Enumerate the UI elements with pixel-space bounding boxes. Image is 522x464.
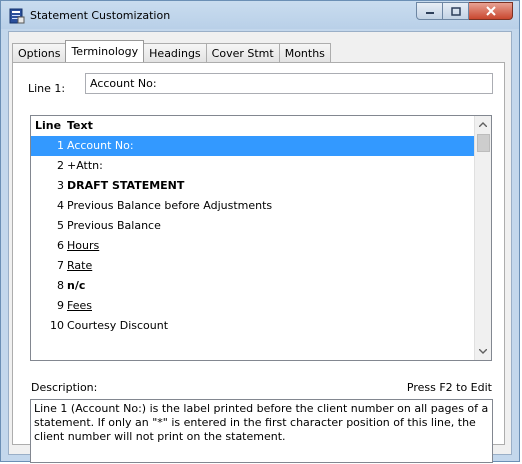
edit-hint: Press F2 to Edit <box>406 381 492 394</box>
grid-header: Line Text <box>31 116 475 136</box>
description-label: Description: <box>31 381 98 394</box>
row-number: 10 <box>50 319 64 332</box>
row-number: 6 <box>57 239 64 252</box>
table-row[interactable]: 3 DRAFT STATEMENT <box>31 176 475 196</box>
row-number: 1 <box>57 139 64 152</box>
statement-customization-window: Statement Customization Options Terminol… <box>0 0 520 463</box>
table-row[interactable]: 1 Account No: <box>31 136 475 156</box>
title-bar[interactable]: Statement Customization <box>1 1 519 31</box>
dialog-client-area: Options Terminology Headings Cover Stmt … <box>8 31 512 463</box>
row-text: Rate <box>67 259 93 272</box>
row-number: 8 <box>57 279 64 292</box>
row-number: 4 <box>57 199 64 212</box>
description-text: Line 1 (Account No:) is the label printe… <box>30 399 493 463</box>
row-text: DRAFT STATEMENT <box>67 179 185 192</box>
window-title: Statement Customization <box>30 9 171 22</box>
row-text: Courtesy Discount <box>67 319 169 332</box>
tab-strip: Options Terminology Headings Cover Stmt … <box>12 40 331 62</box>
table-row[interactable]: 10 Courtesy Discount <box>31 316 475 336</box>
scroll-up-button[interactable] <box>475 116 491 133</box>
table-row[interactable]: 5 Previous Balance <box>31 216 475 236</box>
maximize-icon <box>450 6 461 16</box>
row-text: Previous Balance <box>67 219 161 232</box>
tab-months[interactable]: Months <box>278 43 331 62</box>
row-number: 9 <box>57 299 64 312</box>
terminology-panel: Line 1: Line Text 1 Account No: 2 +Attn: <box>12 62 505 463</box>
row-text: Account No: <box>67 139 134 152</box>
row-text: Fees <box>67 299 92 312</box>
row-text: +Attn: <box>67 159 103 172</box>
table-row[interactable]: 2 +Attn: <box>31 156 475 176</box>
row-number: 3 <box>57 179 64 192</box>
line-text-input[interactable] <box>85 73 493 94</box>
close-button[interactable] <box>469 2 513 20</box>
tab-cover-stmt[interactable]: Cover Stmt <box>205 43 280 62</box>
close-icon <box>485 6 496 16</box>
table-row[interactable]: 8 n/c <box>31 276 475 296</box>
row-number: 7 <box>57 259 64 272</box>
app-icon <box>9 8 25 24</box>
table-row[interactable]: 9 Fees <box>31 296 475 316</box>
column-header-line[interactable]: Line <box>35 119 61 132</box>
row-number: 2 <box>57 159 64 172</box>
terminology-grid: Line Text 1 Account No: 2 +Attn: 3 DRAFT… <box>30 115 492 361</box>
table-row[interactable]: 4 Previous Balance before Adjustments <box>31 196 475 216</box>
minimize-icon <box>425 12 434 14</box>
maximize-button[interactable] <box>443 2 469 20</box>
tab-options[interactable]: Options <box>12 43 67 62</box>
table-row[interactable]: 7 Rate <box>31 256 475 276</box>
row-text: n/c <box>67 279 86 292</box>
scroll-thumb[interactable] <box>477 134 490 152</box>
chevron-up-icon <box>479 122 487 127</box>
row-text: Hours <box>67 239 100 252</box>
table-row[interactable]: 6 Hours <box>31 236 475 256</box>
scroll-down-button[interactable] <box>475 343 491 360</box>
line-field-label: Line 1: <box>28 82 66 95</box>
row-number: 5 <box>57 219 64 232</box>
row-text: Previous Balance before Adjustments <box>67 199 273 212</box>
tab-headings[interactable]: Headings <box>143 43 207 62</box>
tab-terminology[interactable]: Terminology <box>65 40 145 62</box>
minimize-button[interactable] <box>416 2 443 20</box>
column-header-text[interactable]: Text <box>67 119 93 132</box>
grid-vertical-scrollbar[interactable] <box>474 116 491 360</box>
window-controls <box>416 2 513 22</box>
grid-rows: 1 Account No: 2 +Attn: 3 DRAFT STATEMENT… <box>31 136 475 336</box>
chevron-down-icon <box>479 349 487 354</box>
